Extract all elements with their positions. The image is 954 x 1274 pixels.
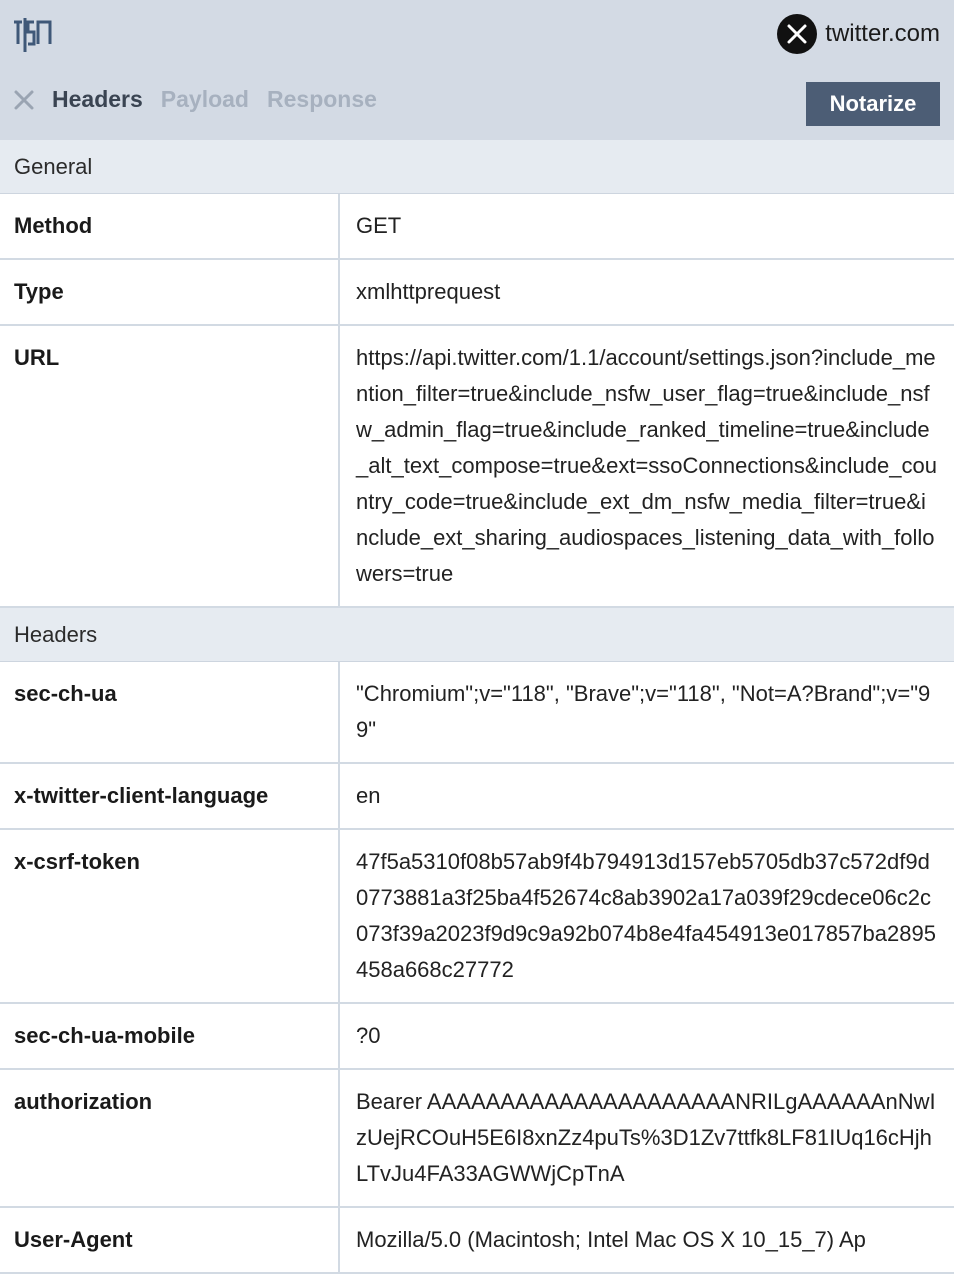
row-key: x-csrf-token: [0, 830, 340, 1002]
site-name: twitter.com: [825, 20, 940, 47]
row-value: Mozilla/5.0 (Macintosh; Intel Mac OS X 1…: [356, 1227, 866, 1252]
request-details: General Method GET Type xmlhttprequest U…: [0, 140, 954, 1274]
row-value: GET: [356, 213, 402, 238]
row-value: https://api.twitter.com/1.1/account/sett…: [356, 345, 937, 586]
row-value: en: [356, 783, 381, 808]
notarize-button[interactable]: Notarize: [806, 82, 940, 126]
row-key: User-Agent: [0, 1208, 340, 1272]
table-row: sec-ch-ua-mobile ?0: [0, 1004, 954, 1070]
table-row: User-Agent Mozilla/5.0 (Macintosh; Intel…: [0, 1208, 954, 1274]
row-key: URL: [0, 326, 340, 606]
site-indicator: twitter.com: [777, 14, 940, 54]
table-row: x-twitter-client-language en: [0, 764, 954, 830]
table-row: Type xmlhttprequest: [0, 260, 954, 326]
row-key: sec-ch-ua: [0, 662, 340, 762]
row-key: Method: [0, 194, 340, 258]
x-logo-icon: [777, 14, 818, 54]
tab-bar: Headers Payload Response: [12, 86, 395, 113]
section-general-title: General: [0, 140, 954, 194]
table-row: URL https://api.twitter.com/1.1/account/…: [0, 326, 954, 608]
table-row: authorization Bearer AAAAAAAAAAAAAAAAAAA…: [0, 1070, 954, 1208]
tab-headers[interactable]: Headers: [52, 86, 143, 113]
row-value: 47f5a5310f08b57ab9f4b794913d157eb5705db3…: [356, 849, 936, 982]
row-value: xmlhttprequest: [356, 279, 501, 304]
tlsn-logo-icon: [14, 18, 52, 52]
row-key: Type: [0, 260, 340, 324]
top-bar: twitter.com Headers Payload Response Not…: [0, 0, 954, 140]
row-value: Bearer AAAAAAAAAAAAAAAAAAAAANRILgAAAAAAn…: [356, 1089, 936, 1186]
row-key: x-twitter-client-language: [0, 764, 340, 828]
tab-payload[interactable]: Payload: [161, 86, 249, 113]
table-row: x-csrf-token 47f5a5310f08b57ab9f4b794913…: [0, 830, 954, 1004]
section-headers-title: Headers: [0, 608, 954, 662]
row-value: "Chromium";v="118", "Brave";v="118", "No…: [356, 681, 931, 742]
table-row: sec-ch-ua "Chromium";v="118", "Brave";v=…: [0, 662, 954, 764]
row-key: authorization: [0, 1070, 340, 1206]
table-row: Method GET: [0, 194, 954, 260]
close-icon[interactable]: [12, 88, 36, 112]
row-value: ?0: [356, 1023, 381, 1048]
tab-response[interactable]: Response: [267, 86, 377, 113]
row-key: sec-ch-ua-mobile: [0, 1004, 340, 1068]
